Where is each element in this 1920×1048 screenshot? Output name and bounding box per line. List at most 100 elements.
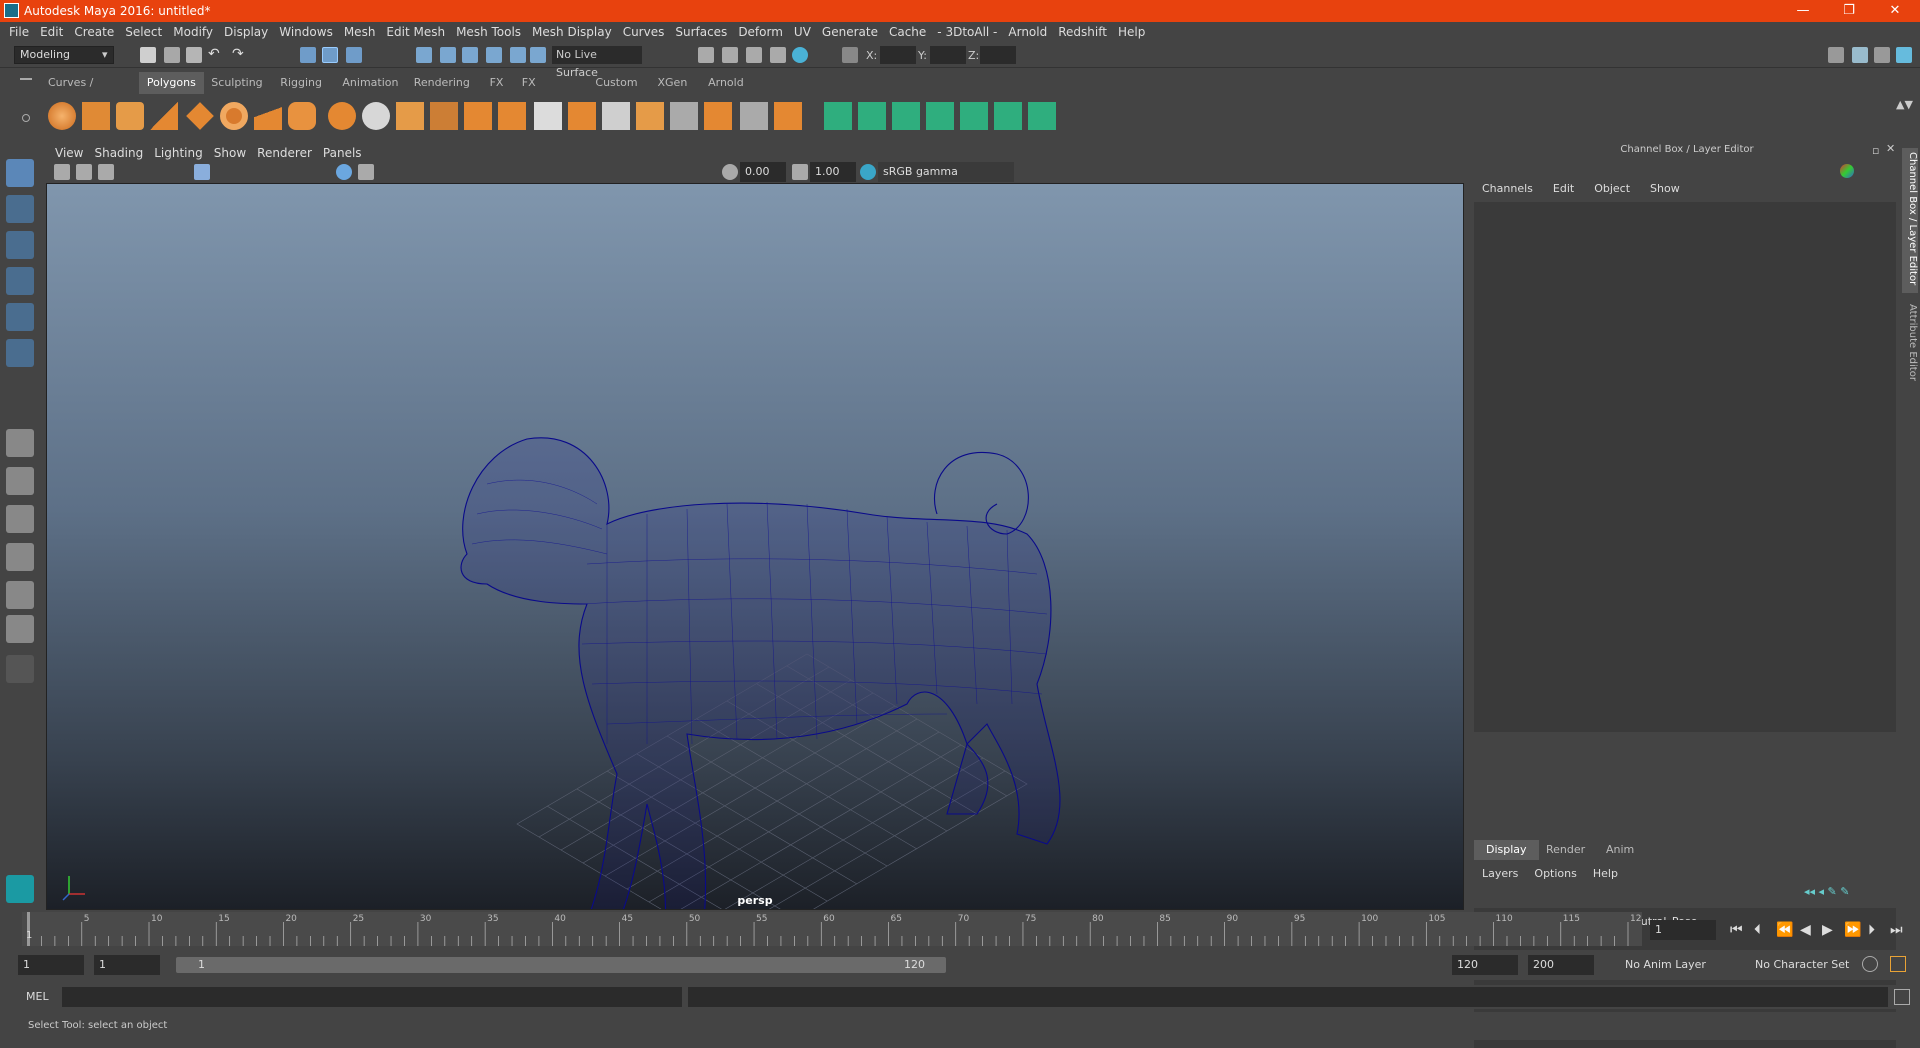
script-editor-layout-icon[interactable] — [6, 581, 34, 609]
channel-box-side-tab[interactable]: Channel Box / Layer Editor — [1902, 148, 1918, 293]
bevel-icon[interactable] — [568, 102, 596, 130]
ipr-render-icon[interactable] — [746, 47, 762, 63]
menu-help[interactable]: Help — [1118, 25, 1145, 39]
play-forwards-icon[interactable]: ▶ — [1822, 922, 1833, 938]
viewport-menu-lighting[interactable]: Lighting — [154, 146, 203, 160]
boolean-icon[interactable] — [430, 102, 458, 130]
layer-menu-options[interactable]: Options — [1534, 867, 1576, 880]
shelf-tab-rendering[interactable]: Rendering — [406, 72, 478, 94]
insert-edgeloop-icon[interactable] — [670, 102, 698, 130]
camera-select-icon[interactable] — [54, 164, 70, 180]
viewport-menu-panels[interactable]: Panels — [323, 146, 362, 160]
attribute-editor-side-tab[interactable]: Attribute Editor — [1902, 300, 1918, 390]
menu-surfaces[interactable]: Surfaces — [675, 25, 727, 39]
toggle-channel-box-icon[interactable] — [1896, 47, 1912, 63]
render-sequence-icon[interactable] — [722, 47, 738, 63]
viewport-menu-view[interactable]: View — [55, 146, 83, 160]
close-button[interactable]: ✕ — [1872, 0, 1918, 22]
step-forward-key-icon[interactable]: ⏩ — [1844, 922, 1861, 938]
toggle-tool-settings-icon[interactable] — [1874, 47, 1890, 63]
move-tool-icon[interactable] — [6, 267, 34, 295]
paint-select-icon[interactable] — [6, 231, 34, 259]
step-back-key-icon[interactable]: ⏪ — [1776, 922, 1793, 938]
channel-box-menu-edit[interactable]: Edit — [1553, 182, 1574, 195]
single-perspective-layout-icon[interactable] — [6, 429, 34, 457]
channel-box-menu-channels[interactable]: Channels — [1482, 182, 1533, 195]
four-view-layout-icon[interactable] — [6, 467, 34, 495]
exposure-icon[interactable] — [722, 164, 738, 180]
time-slider[interactable]: 5 10 15 20 25 30 35 40 45 50 55 60 65 70 75 80 85 90 95 100… — [22, 912, 1642, 946]
wireframe-shading-icon[interactable] — [336, 164, 352, 180]
combine-icon[interactable] — [328, 102, 356, 130]
undo-icon[interactable]: ↶ — [208, 46, 220, 62]
bookmark-icon[interactable] — [98, 164, 114, 180]
menu-modify[interactable]: Modify — [173, 25, 213, 39]
menu-cache[interactable]: Cache — [889, 25, 926, 39]
menu-3dtoall[interactable]: - 3DtoAll - — [937, 25, 997, 39]
shelf-tab-custom[interactable]: Custom — [587, 72, 645, 94]
hypershade-layout-icon[interactable] — [6, 615, 34, 643]
mode-dropdown[interactable]: Modeling — [14, 46, 114, 64]
animation-start-field[interactable]: 1 — [18, 955, 84, 975]
shelf-tab-xgen[interactable]: XGen — [650, 72, 696, 94]
layer-tab-display[interactable]: Display — [1474, 840, 1539, 860]
restore-button[interactable]: ❐ — [1826, 0, 1872, 22]
current-frame-field[interactable]: 1 — [1650, 920, 1716, 940]
exposure-field[interactable]: 0.00 — [740, 162, 786, 182]
menu-mesh-tools[interactable]: Mesh Tools — [456, 25, 521, 39]
shelf-settings-icon[interactable] — [22, 114, 30, 122]
menu-deform[interactable]: Deform — [738, 25, 783, 39]
multi-cut-icon[interactable] — [534, 102, 562, 130]
shelf-tab-sculpting[interactable]: Sculpting — [203, 72, 270, 94]
open-scene-icon[interactable] — [164, 47, 180, 63]
merge-icon[interactable] — [740, 102, 768, 130]
hypershade-icon[interactable] — [792, 47, 808, 63]
step-forward-icon[interactable]: ⏵ — [1868, 922, 1875, 938]
poly-cone-icon[interactable] — [150, 102, 178, 130]
channel-box-area[interactable] — [1474, 202, 1896, 732]
shelf-tab-fx[interactable]: FX — [482, 72, 512, 94]
menu-file[interactable]: File — [9, 25, 29, 39]
poly-cylinder-icon[interactable] — [116, 102, 144, 130]
layer-menu-layers[interactable]: Layers — [1482, 867, 1518, 880]
gamma-icon[interactable] — [792, 164, 808, 180]
extrude-icon[interactable] — [464, 102, 492, 130]
viewport-menu-renderer[interactable]: Renderer — [257, 146, 312, 160]
mel-label[interactable]: MEL — [26, 990, 49, 1003]
save-scene-icon[interactable] — [186, 47, 202, 63]
channel-box-sync-icon[interactable] — [1840, 164, 1854, 178]
channel-box-menu-object[interactable]: Object — [1594, 182, 1630, 195]
target-weld-icon[interactable] — [704, 102, 732, 130]
poly-sphere-icon[interactable] — [48, 102, 76, 130]
menu-edit[interactable]: Edit — [40, 25, 63, 39]
menu-display[interactable]: Display — [224, 25, 268, 39]
minimize-button[interactable]: — — [1780, 0, 1826, 22]
shelf-tab-arnold[interactable]: Arnold — [700, 72, 752, 94]
redo-icon[interactable]: ↷ — [232, 46, 244, 62]
character-set-dropdown[interactable]: No Character Set — [1750, 955, 1868, 975]
layer-arrow-icons[interactable]: ◂◂ ◂ ✎ ✎ — [1804, 885, 1850, 898]
snap-view-icon[interactable] — [486, 47, 502, 63]
smooth-icon[interactable] — [396, 102, 424, 130]
poly-plane-icon[interactable] — [186, 102, 214, 130]
layer-tab-render[interactable]: Render — [1534, 840, 1597, 860]
append-polygon-icon[interactable] — [602, 102, 630, 130]
command-input[interactable] — [62, 987, 682, 1007]
step-back-icon[interactable]: ⏴ — [1754, 922, 1761, 938]
menu-redshift[interactable]: Redshift — [1058, 25, 1107, 39]
poly-pipe-icon[interactable] — [288, 102, 316, 130]
select-tool-icon[interactable] — [6, 159, 34, 187]
poly-torus-icon[interactable] — [220, 102, 248, 130]
transform-constraint-icon[interactable] — [842, 47, 858, 63]
x-field[interactable] — [880, 46, 916, 64]
playback-start-field[interactable]: 1 — [94, 955, 160, 975]
layer-tab-anim[interactable]: Anim — [1594, 840, 1646, 860]
range-slider[interactable]: 1 120 — [176, 957, 946, 973]
select-object-icon[interactable] — [322, 47, 338, 63]
automatic-map-icon[interactable] — [926, 102, 954, 130]
layer-menu-help[interactable]: Help — [1593, 867, 1618, 880]
render-frame-icon[interactable] — [698, 47, 714, 63]
shelf-tab-rigging[interactable]: Rigging — [272, 72, 330, 94]
menu-curves[interactable]: Curves — [623, 25, 665, 39]
scale-tool-icon[interactable] — [6, 339, 34, 367]
